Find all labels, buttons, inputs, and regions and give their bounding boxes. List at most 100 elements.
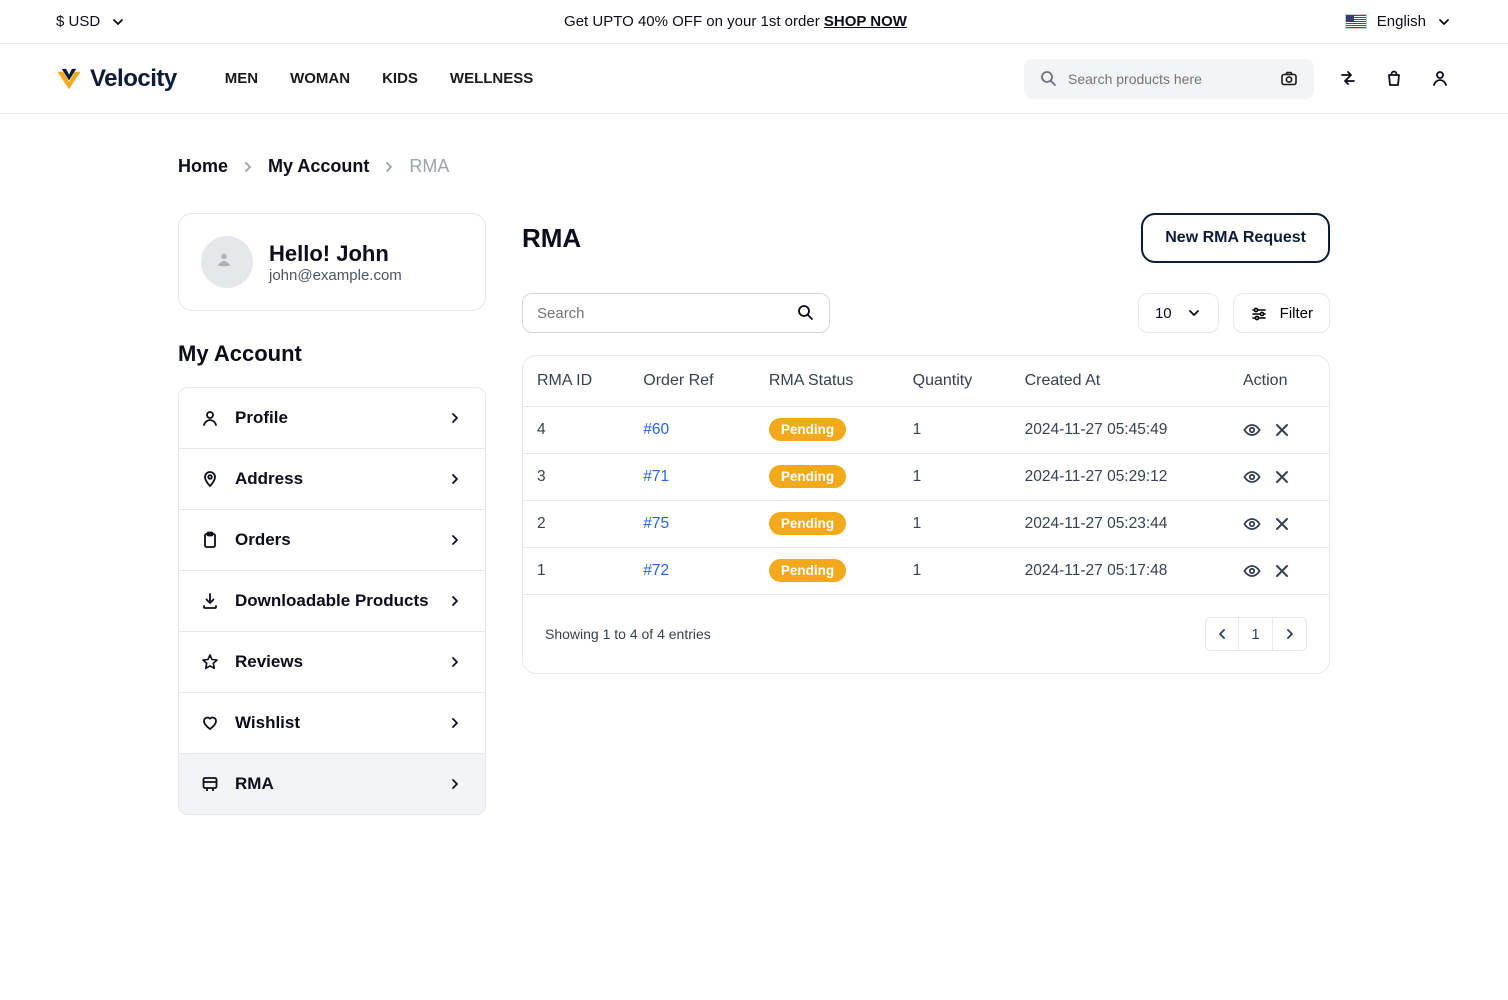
sidebar-item-downloads[interactable]: Downloadable Products	[179, 571, 485, 632]
language-selector[interactable]: English	[1345, 13, 1452, 30]
cancel-icon[interactable]	[1273, 421, 1291, 439]
cell-id: 4	[523, 407, 629, 454]
table-search-input[interactable]	[537, 305, 797, 322]
pin-icon	[201, 470, 219, 488]
col-status: RMA Status	[755, 356, 899, 407]
per-page-select[interactable]: 10	[1138, 293, 1219, 333]
cell-qty: 1	[899, 501, 1011, 548]
cell-id: 1	[523, 548, 629, 595]
rma-table: RMA ID Order Ref RMA Status Quantity Cre…	[523, 356, 1329, 594]
view-icon[interactable]	[1243, 468, 1261, 486]
page-next[interactable]	[1273, 617, 1307, 651]
cell-created: 2024-11-27 05:45:49	[1011, 407, 1229, 454]
chevron-right-icon	[447, 715, 463, 731]
chevron-right-icon	[447, 776, 463, 792]
cell-qty: 1	[899, 454, 1011, 501]
nav-woman[interactable]: WOMAN	[290, 70, 350, 87]
sidebar-item-label: RMA	[235, 774, 274, 794]
sidebar-item-profile[interactable]: Profile	[179, 388, 485, 449]
sidebar-list: Profile Address Orders	[178, 387, 486, 815]
cancel-icon[interactable]	[1273, 562, 1291, 580]
nav-wellness[interactable]: WELLNESS	[450, 70, 533, 87]
table-search[interactable]	[522, 293, 830, 333]
page-number[interactable]: 1	[1239, 617, 1273, 651]
user-fill-icon	[215, 250, 239, 274]
cell-created: 2024-11-27 05:29:12	[1011, 454, 1229, 501]
promo-text: Get UPTO 40% OFF on your 1st order	[564, 13, 824, 30]
currency-selector[interactable]: $ USD	[56, 13, 126, 30]
nav-kids[interactable]: KIDS	[382, 70, 418, 87]
status-badge: Pending	[769, 512, 846, 535]
sliders-icon	[1250, 305, 1266, 321]
chevron-left-icon	[1214, 626, 1230, 642]
cancel-icon[interactable]	[1273, 515, 1291, 533]
shop-now-link[interactable]: SHOP NOW	[824, 13, 907, 30]
pagination: 1	[1205, 617, 1307, 651]
page-prev[interactable]	[1205, 617, 1239, 651]
chevron-right-icon	[447, 471, 463, 487]
clipboard-icon	[201, 531, 219, 549]
account-button[interactable]	[1430, 68, 1452, 90]
chevron-down-icon	[1436, 14, 1452, 30]
filter-button[interactable]: Filter	[1233, 293, 1330, 333]
sidebar-item-address[interactable]: Address	[179, 449, 485, 510]
cell-qty: 1	[899, 407, 1011, 454]
sidebar-item-label: Wishlist	[235, 713, 300, 733]
cell-id: 2	[523, 501, 629, 548]
table-row: 2 #75 Pending 1 2024-11-27 05:23:44	[523, 501, 1329, 548]
sidebar-item-rma[interactable]: RMA	[179, 754, 485, 814]
table-row: 4 #60 Pending 1 2024-11-27 05:45:49	[523, 407, 1329, 454]
bag-icon	[1385, 69, 1405, 89]
rma-table-card: RMA ID Order Ref RMA Status Quantity Cre…	[522, 355, 1330, 674]
view-icon[interactable]	[1243, 515, 1261, 533]
order-ref-link[interactable]: #71	[643, 468, 669, 485]
order-ref-link[interactable]: #60	[643, 421, 669, 438]
order-ref-link[interactable]: #72	[643, 562, 669, 579]
chevron-right-icon	[447, 593, 463, 609]
logo[interactable]: Velocity	[56, 65, 177, 93]
avatar	[201, 236, 253, 288]
col-action: Action	[1229, 356, 1329, 407]
chevron-right-icon	[381, 159, 397, 175]
search-icon	[797, 304, 815, 322]
user-icon	[201, 409, 219, 427]
chevron-right-icon	[447, 654, 463, 670]
global-search[interactable]	[1024, 59, 1314, 99]
breadcrumb-account[interactable]: My Account	[268, 156, 369, 177]
sidebar-item-wishlist[interactable]: Wishlist	[179, 693, 485, 754]
order-ref-link[interactable]: #75	[643, 515, 669, 532]
sidebar-item-reviews[interactable]: Reviews	[179, 632, 485, 693]
compare-button[interactable]	[1338, 68, 1360, 90]
sidebar-item-label: Orders	[235, 530, 291, 550]
chevron-right-icon	[240, 159, 256, 175]
user-card: Hello! John john@example.com	[178, 213, 486, 311]
sidebar-item-label: Address	[235, 469, 303, 489]
nav-men[interactable]: MEN	[225, 70, 258, 87]
cell-qty: 1	[899, 548, 1011, 595]
compare-icon	[1339, 69, 1359, 89]
sidebar-item-label: Profile	[235, 408, 288, 428]
sidebar-item-orders[interactable]: Orders	[179, 510, 485, 571]
breadcrumb-current: RMA	[409, 156, 449, 177]
col-order-ref: Order Ref	[629, 356, 755, 407]
chevron-right-icon	[447, 532, 463, 548]
entries-info: Showing 1 to 4 of 4 entries	[545, 626, 711, 642]
page-title: RMA	[522, 223, 581, 254]
table-row: 1 #72 Pending 1 2024-11-27 05:17:48	[523, 548, 1329, 595]
camera-icon[interactable]	[1280, 70, 1298, 88]
search-input[interactable]	[1068, 71, 1270, 87]
status-badge: Pending	[769, 559, 846, 582]
view-icon[interactable]	[1243, 421, 1261, 439]
chevron-down-icon	[1186, 305, 1202, 321]
view-icon[interactable]	[1243, 562, 1261, 580]
new-rma-button[interactable]: New RMA Request	[1141, 213, 1330, 263]
user-email: john@example.com	[269, 267, 402, 284]
filter-label: Filter	[1280, 305, 1313, 322]
breadcrumb-home[interactable]: Home	[178, 156, 228, 177]
col-quantity: Quantity	[899, 356, 1011, 407]
breadcrumb: Home My Account RMA	[178, 156, 1330, 177]
cell-created: 2024-11-27 05:17:48	[1011, 548, 1229, 595]
cart-button[interactable]	[1384, 68, 1406, 90]
cancel-icon[interactable]	[1273, 468, 1291, 486]
table-row: 3 #71 Pending 1 2024-11-27 05:29:12	[523, 454, 1329, 501]
